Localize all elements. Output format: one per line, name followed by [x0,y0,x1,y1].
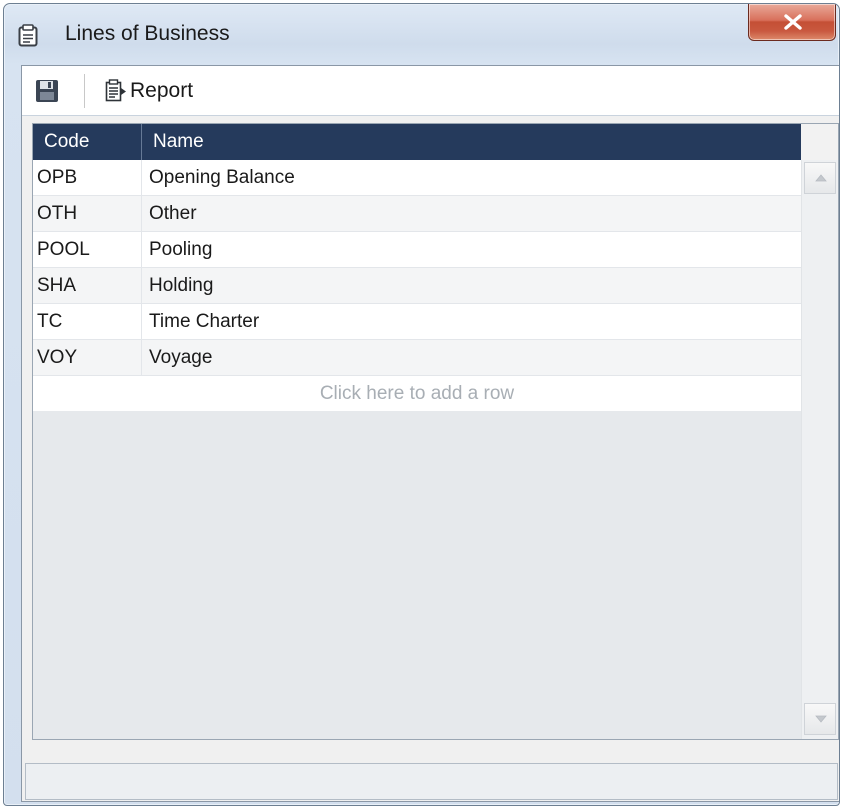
column-header-code[interactable]: Code [33,124,142,160]
table-row[interactable]: SHA Holding [33,268,801,304]
scroll-down-button[interactable] [804,703,836,735]
report-label: Report [130,79,194,102]
table-row[interactable]: VOY Voyage [33,340,801,376]
vertical-scrollbar[interactable] [801,160,838,739]
table-row[interactable]: POOL Pooling [33,232,801,268]
window-title: Lines of Business [65,22,230,45]
grid-header: Code Name [33,124,801,160]
close-button[interactable] [748,4,836,41]
column-header-name[interactable]: Name [142,124,801,160]
name-cell[interactable]: Other [142,196,801,231]
window-client-area: Report Code Name OPB Opening Balance OTH… [21,65,839,802]
code-cell[interactable]: OTH [33,196,142,231]
code-cell[interactable]: OPB [33,160,142,195]
name-cell[interactable]: Voyage [142,340,801,375]
name-cell[interactable]: Pooling [142,232,801,267]
grid-rows: OPB Opening Balance OTH Other POOL Pooli… [33,160,801,411]
code-cell[interactable]: POOL [33,232,142,267]
table-row[interactable]: OPB Opening Balance [33,160,801,196]
code-cell[interactable]: TC [33,304,142,339]
save-button[interactable] [32,76,62,106]
add-row-button[interactable]: Click here to add a row [33,376,801,411]
table-row[interactable]: OTH Other [33,196,801,232]
code-cell[interactable]: VOY [33,340,142,375]
status-bar [25,763,838,800]
lines-of-business-grid: Code Name OPB Opening Balance OTH Other … [32,123,839,740]
header-corner [801,124,838,160]
toolbar-separator [84,74,85,108]
report-document-icon [102,78,128,104]
name-cell[interactable]: Time Charter [142,304,801,339]
toolbar: Report [22,66,839,116]
lines-of-business-window: Lines of Business Report Code Name OPB O… [3,3,840,806]
name-cell[interactable]: Opening Balance [142,160,801,195]
document-list-icon [17,24,39,48]
floppy-disk-icon [32,80,62,110]
scroll-up-button[interactable] [804,162,836,194]
name-cell[interactable]: Holding [142,268,801,303]
code-cell[interactable]: SHA [33,268,142,303]
table-row[interactable]: TC Time Charter [33,304,801,340]
title-bar[interactable]: Lines of Business [4,4,839,64]
report-button[interactable]: Report [102,75,193,107]
